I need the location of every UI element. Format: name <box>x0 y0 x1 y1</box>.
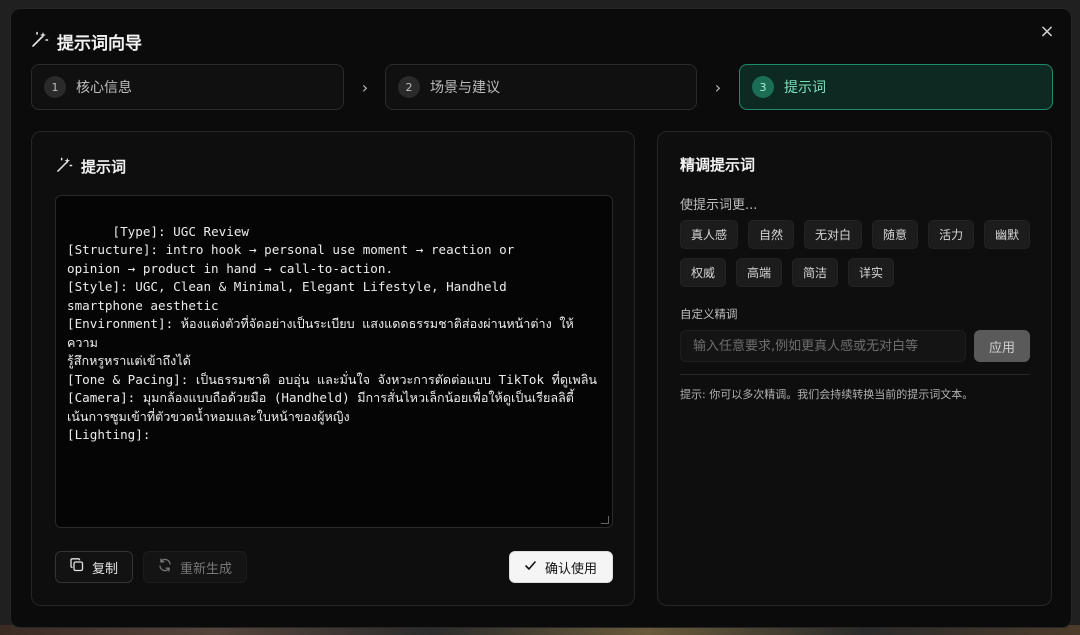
chip-detailed[interactable]: 详实 <box>848 258 895 287</box>
close-button[interactable]: × <box>1037 21 1057 42</box>
regenerate-button-label: 重新生成 <box>180 561 233 577</box>
copy-button-label: 复制 <box>92 561 119 577</box>
chip-casual[interactable]: 随意 <box>872 220 919 249</box>
prompt-text: [Type]: UGC Review [Structure]: intro ho… <box>67 223 598 443</box>
step-label: 场景与建议 <box>430 80 500 96</box>
prompt-textarea[interactable]: [Type]: UGC Review [Structure]: intro ho… <box>55 195 613 528</box>
apply-button[interactable]: 应用 <box>974 330 1030 362</box>
refine-chips: 真人感 自然 无对白 随意 活力 幽默 权威 高端 简洁 详实 <box>680 220 1040 287</box>
prompt-panel-title: 提示词 <box>56 156 126 177</box>
step-prompt[interactable]: 3 提示词 <box>739 64 1053 110</box>
check-icon <box>524 559 537 576</box>
chip-natural[interactable]: 自然 <box>748 220 795 249</box>
custom-refine-input[interactable] <box>680 330 966 362</box>
step-core-info[interactable]: 1 核心信息 <box>31 64 344 110</box>
prompt-panel: 提示词 [Type]: UGC Review [Structure]: intr… <box>31 131 635 606</box>
magic-wand-icon <box>31 30 49 53</box>
resize-handle-icon[interactable] <box>601 516 609 524</box>
prompt-wizard-modal: 提示词向导 × 1 核心信息 › 2 场景与建议 › 3 提示词 提示词 [Ty… <box>10 8 1072 628</box>
confirm-use-button[interactable]: 确认使用 <box>509 551 613 583</box>
refine-panel: 精调提示词 使提示词更... 真人感 自然 无对白 随意 活力 幽默 权威 高端… <box>657 131 1052 606</box>
modal-title-text: 提示词向导 <box>57 34 142 54</box>
chevron-right-icon: › <box>714 77 722 97</box>
step-scene-suggestions[interactable]: 2 场景与建议 <box>385 64 697 110</box>
step-number: 2 <box>398 76 420 98</box>
chip-authoritative[interactable]: 权威 <box>680 258 727 287</box>
stepper: 1 核心信息 › 2 场景与建议 › 3 提示词 <box>31 64 1053 110</box>
refine-subtitle: 使提示词更... <box>680 198 758 213</box>
step-number: 1 <box>44 76 66 98</box>
chip-concise[interactable]: 简洁 <box>792 258 839 287</box>
divider <box>680 374 1030 375</box>
chip-realistic[interactable]: 真人感 <box>680 220 739 249</box>
custom-refine-label: 自定义精调 <box>680 307 738 321</box>
refine-hint: 提示: 你可以多次精调。我们会持续转换当前的提示词文本。 <box>680 388 974 401</box>
step-label: 提示词 <box>784 80 826 96</box>
chip-premium[interactable]: 高端 <box>736 258 783 287</box>
copy-button[interactable]: 复制 <box>55 551 133 583</box>
refresh-icon <box>158 558 172 576</box>
refine-panel-title: 精调提示词 <box>680 156 756 174</box>
chip-energetic[interactable]: 活力 <box>928 220 975 249</box>
magic-wand-icon <box>56 156 73 177</box>
copy-icon <box>70 558 84 576</box>
confirm-use-button-label: 确认使用 <box>545 561 598 577</box>
step-label: 核心信息 <box>76 80 132 96</box>
prompt-panel-title-text: 提示词 <box>81 158 127 176</box>
chip-no-dialogue[interactable]: 无对白 <box>804 220 863 249</box>
step-number: 3 <box>752 76 774 98</box>
regenerate-button[interactable]: 重新生成 <box>143 551 247 583</box>
modal-title: 提示词向导 <box>31 29 142 54</box>
chip-humorous[interactable]: 幽默 <box>984 220 1031 249</box>
chevron-right-icon: › <box>361 77 369 97</box>
